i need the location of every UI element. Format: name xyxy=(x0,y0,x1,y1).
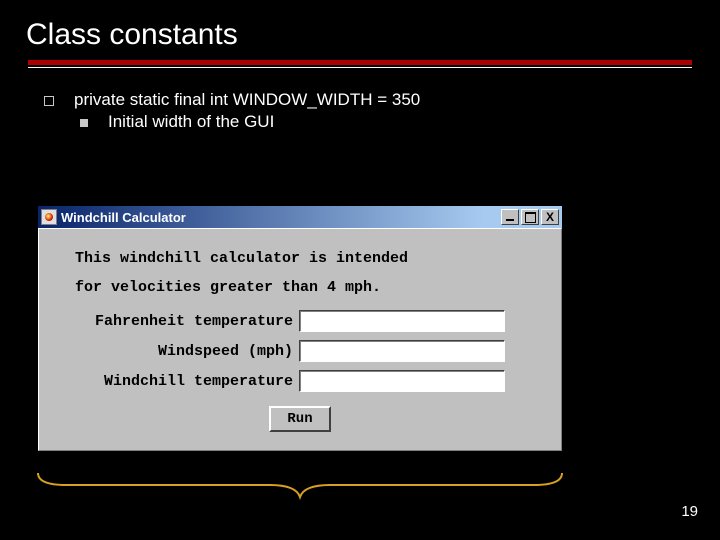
bullet-level-2: Initial width of the GUI xyxy=(80,112,720,132)
maximize-icon[interactable] xyxy=(521,209,539,225)
input-windchill[interactable] xyxy=(299,370,505,392)
close-icon[interactable]: X xyxy=(541,209,559,225)
filled-square-icon xyxy=(80,119,88,127)
window-title: Windchill Calculator xyxy=(61,210,497,225)
app-window: Windchill Calculator X This windchill ca… xyxy=(36,204,564,453)
page-number: 19 xyxy=(681,503,698,520)
app-icon xyxy=(41,209,57,225)
window-body: This windchill calculator is intended fo… xyxy=(38,228,562,451)
label-fahrenheit: Fahrenheit temperature xyxy=(57,313,299,330)
row-windchill: Windchill temperature xyxy=(57,370,543,392)
minimize-icon[interactable] xyxy=(501,209,519,225)
slide-title: Class constants xyxy=(0,0,720,60)
bullet-main-text: private static final int WINDOW_WIDTH = … xyxy=(74,90,420,110)
label-windchill: Windchill temperature xyxy=(57,373,299,390)
run-button[interactable]: Run xyxy=(269,406,330,432)
bullet-sub-text: Initial width of the GUI xyxy=(108,112,274,132)
slide-content: private static final int WINDOW_WIDTH = … xyxy=(0,68,720,132)
curly-brace-icon xyxy=(36,471,564,501)
row-windspeed: Windspeed (mph) xyxy=(57,340,543,362)
titlebar[interactable]: Windchill Calculator X xyxy=(38,206,562,228)
window-controls: X xyxy=(501,209,559,225)
row-fahrenheit: Fahrenheit temperature xyxy=(57,310,543,332)
hollow-square-icon xyxy=(44,96,54,106)
title-underline xyxy=(28,60,692,68)
intro-line-2: for velocities greater than 4 mph. xyxy=(75,274,543,303)
input-windspeed[interactable] xyxy=(299,340,505,362)
bullet-level-1: private static final int WINDOW_WIDTH = … xyxy=(44,90,720,110)
intro-text: This windchill calculator is intended fo… xyxy=(57,245,543,302)
intro-line-1: This windchill calculator is intended xyxy=(75,245,543,274)
run-row: Run xyxy=(57,406,543,432)
label-windspeed: Windspeed (mph) xyxy=(57,343,299,360)
input-fahrenheit[interactable] xyxy=(299,310,505,332)
